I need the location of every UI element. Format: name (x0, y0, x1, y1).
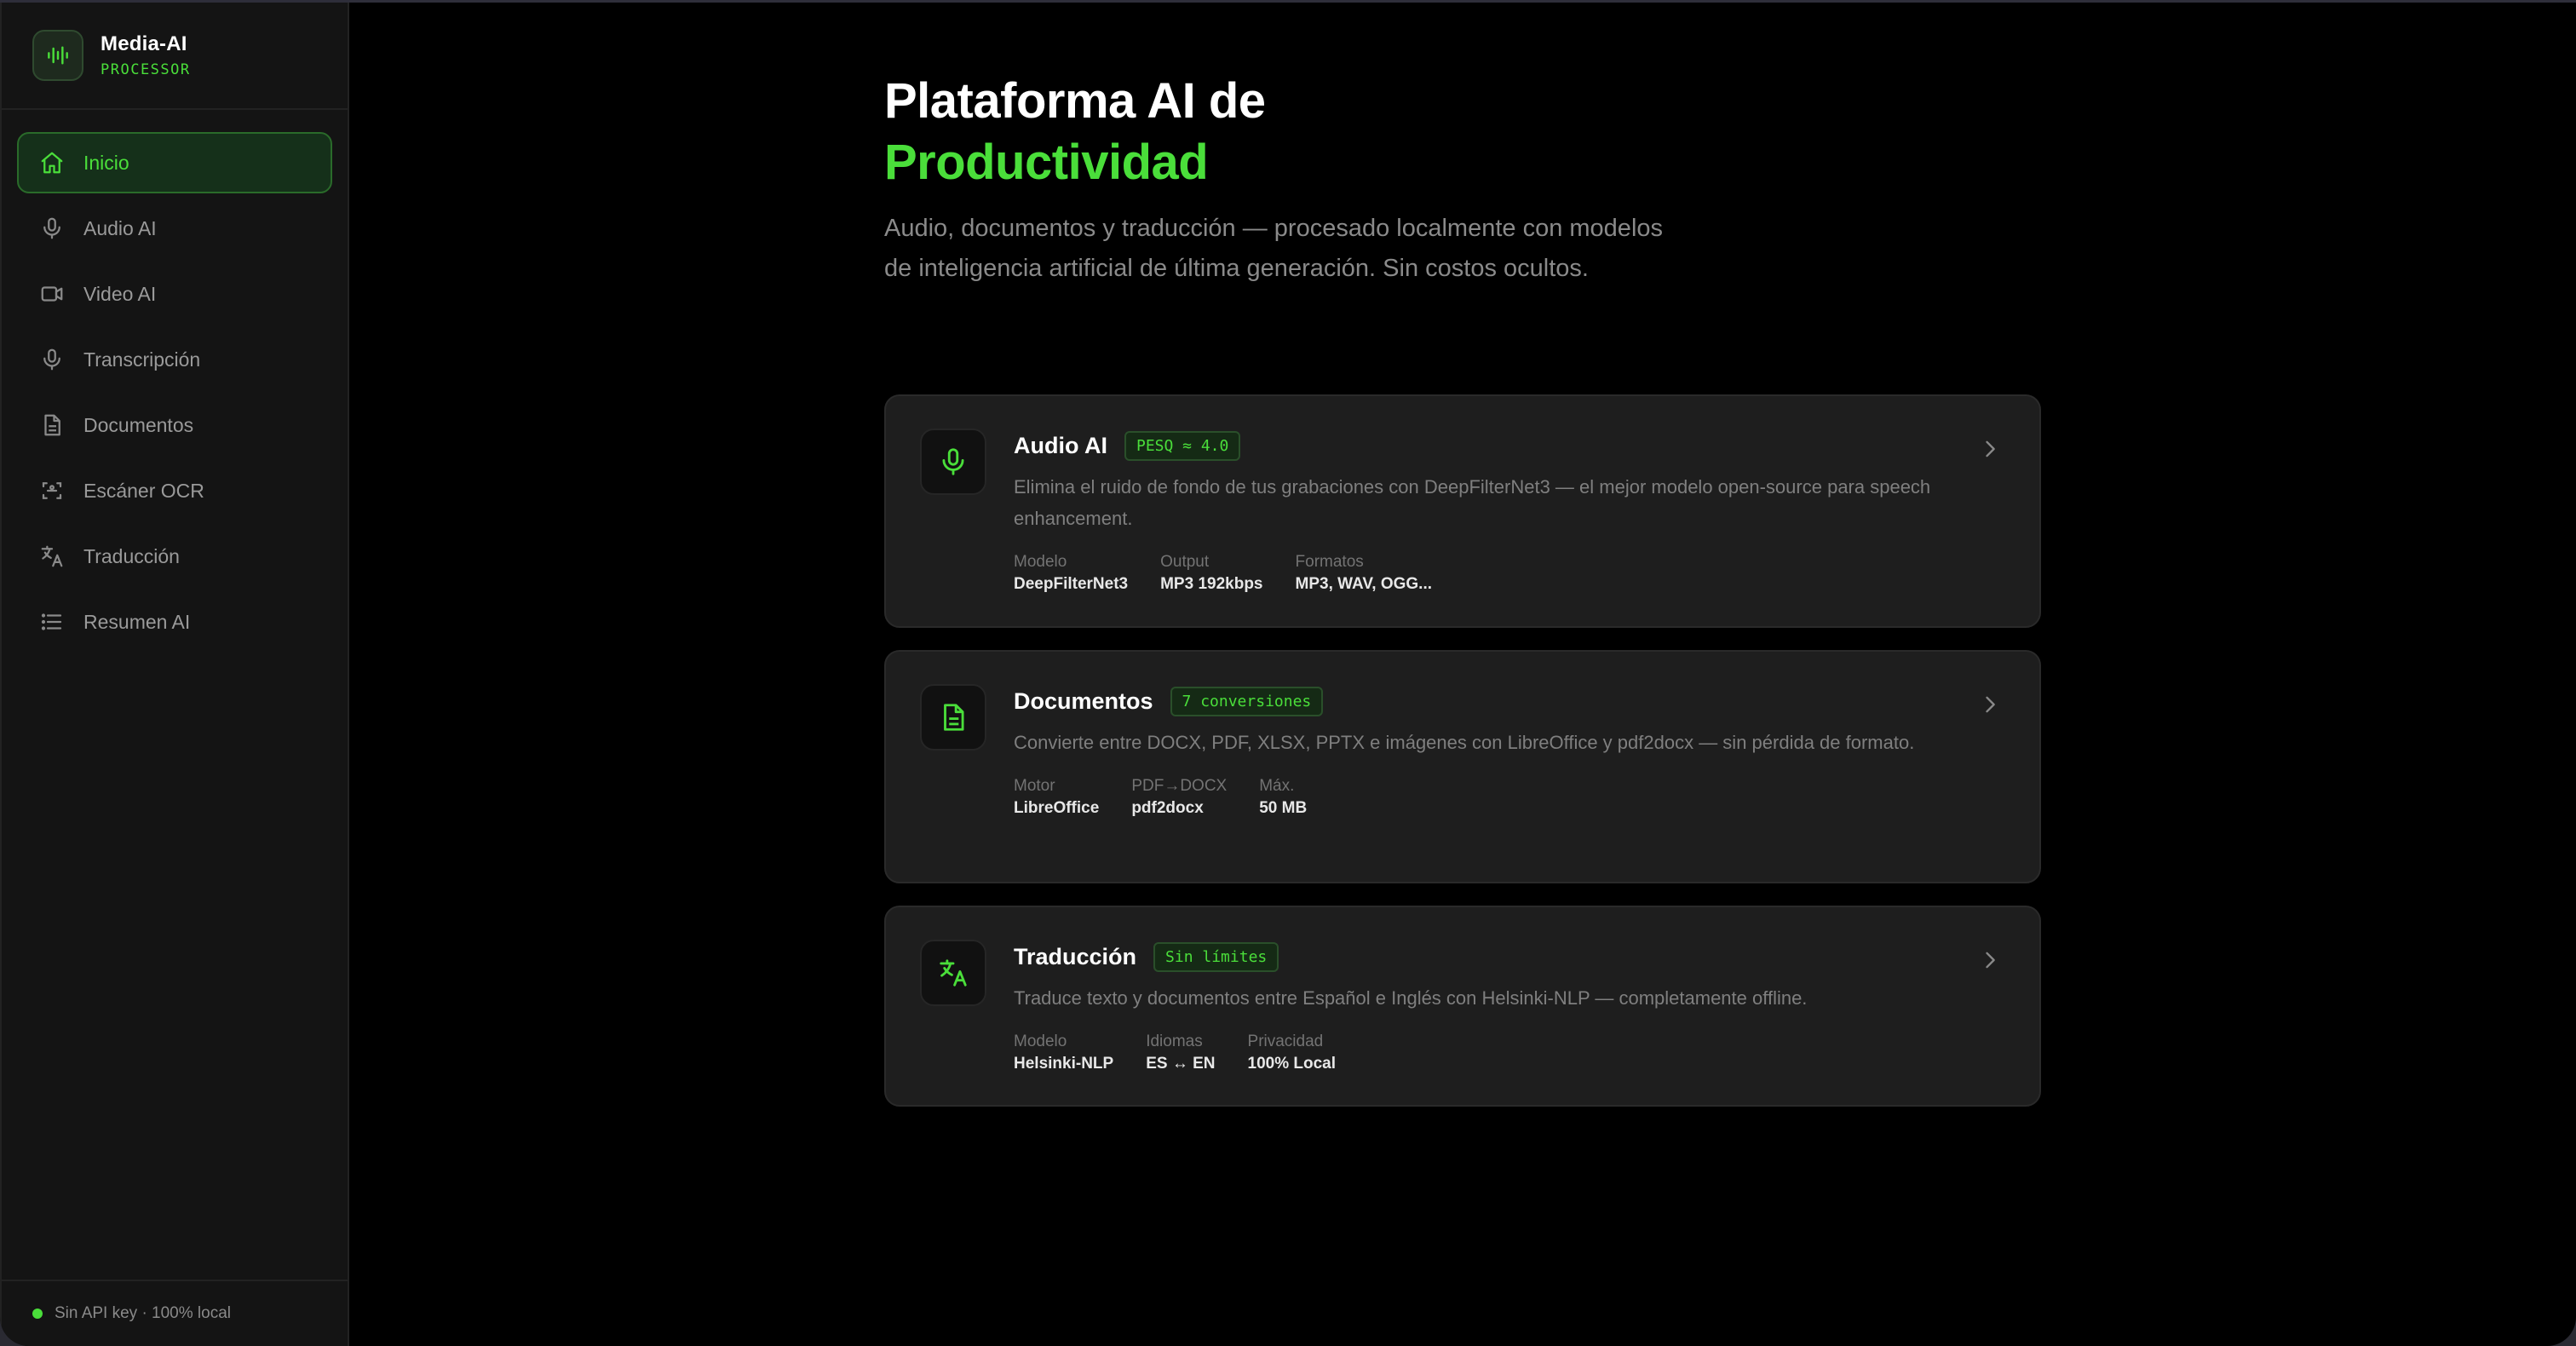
sidebar-item-label: Documentos (83, 413, 194, 436)
brand-subtitle: PROCESSOR (101, 61, 191, 78)
sidebar-item-label: Video AI (83, 282, 157, 305)
meta-label: Privacidad (1247, 1033, 1324, 1050)
meta-label: Formatos (1295, 553, 1364, 571)
sidebar-item-label: Escáner OCR (83, 479, 204, 502)
card-traduccion[interactable]: Traducción Sin límites Traduce texto y d… (884, 906, 2041, 1107)
app-window: Media-AI PROCESSOR Inicio Audio AI Video… (0, 0, 2576, 1346)
card-title: Traducción (1014, 943, 1137, 969)
card-meta: Modelo DeepFilterNet3 Output MP3 192kbps F… (1014, 553, 2005, 594)
document-icon (920, 684, 986, 751)
mic-icon (43, 348, 60, 371)
meta-label: Modelo (1014, 553, 1067, 571)
card-title: Documentos (1014, 687, 1153, 714)
chevron-right-icon[interactable] (1978, 693, 2002, 716)
sidebar-item-inicio[interactable]: Inicio (17, 132, 332, 193)
card-description: Convierte entre DOCX, PDF, XLSX, PPTX e … (1014, 732, 1915, 753)
card-description: Traduce texto y documentos entre Español… (1014, 987, 1808, 1009)
brand-name: Media-AI (101, 32, 187, 55)
meta-label: Output (1160, 553, 1210, 571)
brand: Media-AI PROCESSOR (2, 3, 348, 110)
meta-label: Motor (1014, 777, 1055, 795)
feature-cards: Audio AI PESQ ≈ 4.0 Elimina el ruido de … (884, 394, 2041, 1129)
translate-icon (920, 940, 986, 1006)
video-icon (41, 286, 63, 302)
card-title: Audio AI (1014, 432, 1107, 458)
card-meta: Modelo Helsinki-NLP Idiomas ES ↔ EN Privac… (1014, 1033, 2005, 1073)
hero-description: Audio, documentos y traducción — procesa… (884, 215, 1664, 282)
card-description: Elimina el ruido de fondo de tus grabaci… (1014, 476, 1931, 529)
translate-icon (41, 545, 63, 567)
document-icon (44, 414, 60, 436)
card-badge: 7 conversiones (1170, 686, 1324, 716)
scan-icon (42, 482, 62, 499)
meta-value: DeepFilterNet3 (1014, 575, 1129, 593)
footer-status-text: Sin API key · 100% local (55, 1304, 231, 1322)
list-icon (41, 613, 62, 630)
meta-value: pdf2docx (1131, 799, 1204, 817)
sidebar-item-video-ai[interactable]: Video AI (17, 263, 332, 325)
sidebar-item-label: Traducción (83, 544, 180, 567)
hero: Plataforma AI de Productividad Audio, do… (884, 71, 1736, 289)
card-badge: Sin límites (1153, 941, 1279, 972)
mic-icon (43, 217, 60, 239)
meta-label: PDF→DOCX (1131, 777, 1228, 795)
meta-label: Máx. (1259, 777, 1295, 795)
chevron-right-icon[interactable] (1978, 437, 2002, 461)
sidebar-item-label: Transcripción (83, 348, 201, 371)
sidebar-item-resumen-ai[interactable]: Resumen AI (17, 591, 332, 653)
meta-value: LibreOffice (1014, 799, 1100, 817)
hero-title-line2: Productividad (884, 135, 1209, 190)
sidebar-item-traduccion[interactable]: Traducción (17, 526, 332, 587)
sidebar-item-transcripcion[interactable]: Transcripción (17, 329, 332, 390)
sidebar-item-label: Audio AI (83, 216, 157, 239)
meta-label: Modelo (1014, 1033, 1067, 1050)
sidebar-footer: Sin API key · 100% local (2, 1280, 348, 1346)
card-documentos[interactable]: Documentos 7 conversiones Convierte entr… (884, 650, 2041, 883)
meta-value: MP3, WAV, OGG... (1295, 575, 1432, 593)
sidebar: Media-AI PROCESSOR Inicio Audio AI Video… (0, 3, 349, 1346)
meta-value: 100% Local (1247, 1055, 1337, 1073)
card-audio-ai[interactable]: Audio AI PESQ ≈ 4.0 Elimina el ruido de … (884, 394, 2041, 628)
meta-value: Helsinki-NLP (1014, 1055, 1114, 1073)
sidebar-item-audio-ai[interactable]: Audio AI (17, 198, 332, 259)
meta-value: MP3 192kbps (1160, 575, 1263, 593)
sidebar-item-label: Inicio (83, 151, 129, 174)
mic-icon (920, 429, 986, 495)
status-dot (32, 1309, 43, 1319)
meta-value: ES ↔ EN (1146, 1055, 1216, 1073)
meta-label: Idiomas (1146, 1033, 1203, 1050)
hero-title-line1: Plataforma AI de (884, 73, 1266, 129)
sidebar-item-label: Resumen AI (83, 610, 191, 633)
waveform-icon (32, 30, 83, 81)
chevron-right-icon[interactable] (1978, 948, 2002, 972)
card-badge: PESQ ≈ 4.0 (1124, 430, 1241, 461)
sidebar-nav: Inicio Audio AI Video AI Transcripción D… (2, 110, 348, 653)
card-meta: Motor LibreOffice PDF→DOCX pdf2docx Máx. 50… (1014, 777, 2005, 818)
sidebar-item-documentos[interactable]: Documentos (17, 394, 332, 456)
main-content: Plataforma AI de Productividad Audio, do… (349, 3, 2576, 1346)
sidebar-item-escaner-ocr[interactable]: Escáner OCR (17, 460, 332, 521)
home-icon (41, 152, 63, 174)
meta-value: 50 MB (1259, 799, 1308, 817)
